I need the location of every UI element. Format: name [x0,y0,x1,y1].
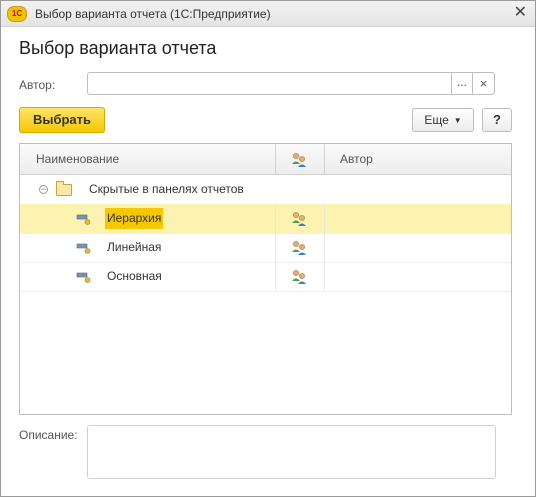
chevron-down-icon: ▼ [453,116,462,125]
table-row[interactable]: Иерархия [20,204,511,234]
column-divider [275,204,276,233]
column-divider [324,233,325,262]
table-header: Наименование Автор [20,144,511,175]
author-label: Автор: [19,78,56,92]
app-logo-icon: 1С [7,6,27,22]
row-name: Линейная [107,240,162,254]
report-variant-icon [76,214,91,225]
report-variants-table[interactable]: Наименование Автор − Скрытые в панелях о… [19,143,512,415]
column-divider [324,144,325,174]
column-divider [275,262,276,291]
users-column-icon[interactable] [290,150,308,168]
column-divider [275,144,276,174]
select-button[interactable]: Выбрать [19,107,105,133]
row-name: Основная [107,269,162,283]
close-icon[interactable]: ✕ [514,4,527,22]
folder-icon [56,181,72,196]
group-row[interactable]: − Скрытые в панелях отчетов [20,175,511,205]
group-label: Скрытые в панелях отчетов [89,182,244,196]
help-button[interactable]: ? [482,108,512,132]
column-header-author[interactable]: Автор [340,144,373,174]
users-icon [292,270,306,284]
dialog-window: 1С Выбор варианта отчета (1С:Предприятие… [0,0,536,497]
table-row[interactable]: Основная [20,262,511,292]
report-variant-icon [76,272,91,283]
row-name: Иерархия [105,208,164,229]
column-header-name[interactable]: Наименование [36,144,119,174]
more-menu-button[interactable]: Еще ▼ [412,108,474,132]
author-clear-button[interactable]: × [473,72,495,95]
author-select-button[interactable]: ... [452,72,473,95]
description-field[interactable] [87,425,496,479]
page-title: Выбор варианта отчета [19,38,217,58]
title-bar: 1С Выбор варианта отчета (1С:Предприятие… [1,1,535,27]
report-variant-icon [76,243,91,254]
author-input[interactable] [87,72,452,95]
collapse-icon[interactable]: − [39,185,48,194]
column-divider [275,233,276,262]
more-label: Еще [424,113,449,127]
table-row[interactable]: Линейная [20,233,511,263]
window-title: Выбор варианта отчета (1С:Предприятие) [35,7,271,21]
column-divider [324,204,325,233]
column-divider [324,262,325,291]
users-icon [292,241,306,255]
users-icon [292,212,306,226]
description-label: Описание: [19,428,78,442]
